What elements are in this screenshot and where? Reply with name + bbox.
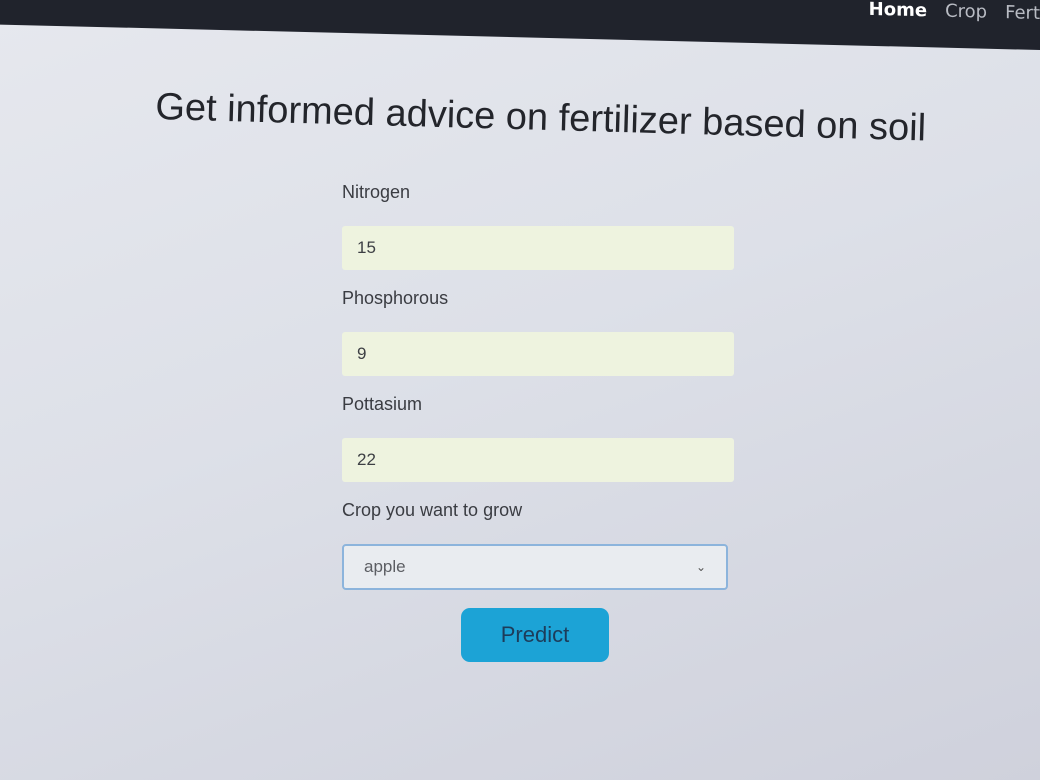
top-navbar: Home Crop Fert xyxy=(0,0,1040,50)
nav-menu: Home Crop Fert xyxy=(869,0,1040,26)
nitrogen-input[interactable]: 15 xyxy=(342,226,734,270)
crop-select-value: apple xyxy=(364,557,406,576)
nitrogen-label: Nitrogen xyxy=(342,182,411,202)
phosphorous-input[interactable]: 9 xyxy=(342,332,734,376)
nav-item-home[interactable]: Home xyxy=(869,0,927,21)
nav-item-fertilizer[interactable]: Fert xyxy=(1005,2,1040,24)
potassium-label: Pottasium xyxy=(342,394,423,414)
crop-select[interactable]: apple ⌄ xyxy=(342,544,728,590)
fertilizer-form: Nitrogen 15 Phosphorous 9 Pottasium 22 C… xyxy=(342,182,734,662)
page-title: Get informed advice on fertilizer based … xyxy=(154,86,927,150)
predict-button[interactable]: Predict xyxy=(461,608,609,662)
potassium-input[interactable]: 22 xyxy=(342,438,734,482)
crop-label: Crop you want to grow xyxy=(342,500,523,520)
chevron-down-icon: ⌄ xyxy=(695,560,706,574)
button-row: Predict xyxy=(342,608,728,662)
phosphorous-label: Phosphorous xyxy=(342,288,449,308)
nav-item-crop[interactable]: Crop xyxy=(945,0,987,22)
